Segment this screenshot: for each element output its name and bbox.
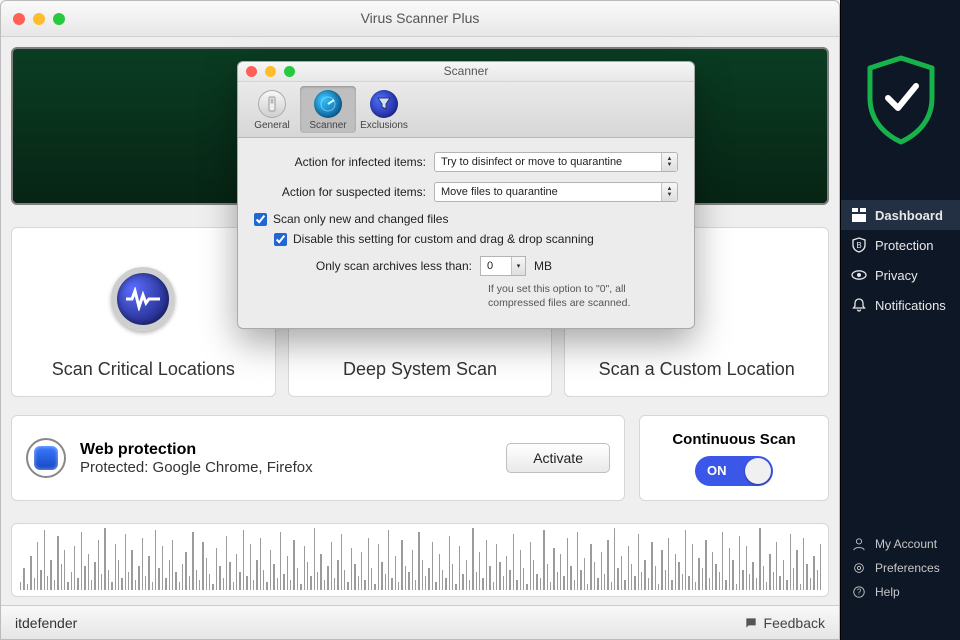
sidebar-nav: Dashboard B Protection Privacy Notificat… — [841, 200, 960, 320]
brand-label: itdefender — [15, 615, 77, 631]
archive-limit-unit: MB — [534, 259, 552, 273]
scan-card-label: Scan Critical Locations — [52, 359, 235, 380]
user-icon — [851, 537, 867, 551]
sidebar-item-label: Privacy — [875, 268, 918, 283]
shield-b-icon: B — [851, 237, 867, 253]
sidebar-item-notifications[interactable]: Notifications — [841, 290, 960, 320]
sidebar-item-preferences[interactable]: Preferences — [841, 556, 960, 580]
help-icon: ? — [851, 585, 867, 599]
scan-card-label: Scan a Custom Location — [599, 359, 795, 380]
gear-icon — [851, 561, 867, 575]
status-shield — [841, 0, 960, 200]
lower-row: Web protection Protected: Google Chrome,… — [11, 415, 829, 501]
select-stepper-icon: ▲▼ — [661, 153, 677, 171]
disable-custom-checkbox[interactable] — [274, 233, 287, 246]
infected-action-label: Action for infected items: — [254, 155, 434, 169]
suspected-action-label: Action for suspected items: — [254, 185, 434, 199]
archive-limit-label: Only scan archives less than: — [254, 259, 480, 273]
main-titlebar: Virus Scanner Plus — [1, 1, 839, 37]
dashboard-icon — [851, 207, 867, 223]
sidebar-item-privacy[interactable]: Privacy — [841, 260, 960, 290]
sidebar-item-help[interactable]: ? Help — [841, 580, 960, 604]
scanner-preferences-modal: Scanner General Scanner Exclusions Actio… — [237, 61, 695, 329]
tab-exclusions[interactable]: Exclusions — [356, 86, 412, 133]
sidebar-item-account[interactable]: My Account — [841, 532, 960, 556]
scan-critical-card[interactable]: Scan Critical Locations — [11, 227, 276, 397]
archive-limit-hint: If you set this option to "0", all compr… — [488, 282, 678, 310]
continuous-scan-card: Continuous Scan ON — [639, 415, 829, 501]
suspected-action-select[interactable]: Move files to quarantine ▲▼ — [434, 182, 678, 202]
switch-icon — [258, 90, 286, 118]
sidebar-bottom-nav: My Account Preferences ? Help — [841, 532, 960, 604]
infected-action-select[interactable]: Try to disinfect or move to quarantine ▲… — [434, 152, 678, 172]
modal-titlebar: Scanner — [238, 62, 694, 82]
scan-card-label: Deep System Scan — [343, 359, 497, 380]
toggle-state-label: ON — [707, 463, 727, 478]
web-protection-icon — [26, 438, 66, 478]
web-protection-title: Web protection — [80, 441, 313, 459]
sidebar-item-protection[interactable]: B Protection — [841, 230, 960, 260]
sidebar-item-dashboard[interactable]: Dashboard — [841, 200, 960, 230]
archive-limit-input[interactable]: 0 ▾ — [480, 256, 526, 276]
modal-title: Scanner — [238, 64, 694, 78]
radar-icon — [314, 90, 342, 118]
shield-check-icon — [862, 54, 940, 146]
footer-bar: itdefender Feedback — [1, 605, 839, 639]
web-protection-card: Web protection Protected: Google Chrome,… — [11, 415, 625, 501]
tab-scanner[interactable]: Scanner — [300, 86, 356, 133]
tab-general[interactable]: General — [244, 86, 300, 133]
sidebar-item-label: Protection — [875, 238, 934, 253]
tab-label: Exclusions — [360, 120, 408, 131]
select-value: Try to disinfect or move to quarantine — [441, 156, 622, 168]
activity-waveform — [11, 523, 829, 597]
scan-new-checkbox[interactable] — [254, 213, 267, 226]
sidebar-item-label: Help — [875, 585, 900, 599]
svg-text:B: B — [856, 241, 861, 250]
modal-toolbar: General Scanner Exclusions — [238, 82, 694, 138]
feedback-label: Feedback — [764, 615, 825, 631]
tab-label: General — [254, 120, 290, 131]
tab-label: Scanner — [309, 120, 346, 131]
sidebar-item-label: My Account — [875, 537, 937, 551]
web-protection-text: Web protection Protected: Google Chrome,… — [80, 441, 313, 476]
app-sidebar: Dashboard B Protection Privacy Notificat… — [840, 0, 960, 640]
activate-button[interactable]: Activate — [506, 443, 610, 473]
funnel-icon — [370, 90, 398, 118]
svg-text:?: ? — [857, 588, 862, 597]
select-value: Move files to quarantine — [441, 186, 558, 198]
select-stepper-icon: ▲▼ — [661, 183, 677, 201]
eye-icon — [851, 267, 867, 283]
sidebar-item-label: Notifications — [875, 298, 946, 313]
feedback-button[interactable]: Feedback — [744, 615, 825, 631]
continuous-scan-toggle[interactable]: ON — [695, 456, 773, 486]
continuous-scan-title: Continuous Scan — [672, 431, 795, 448]
scan-pulse-icon — [111, 267, 175, 331]
speech-bubble-icon — [744, 616, 758, 630]
toggle-knob-icon — [745, 458, 771, 484]
disable-custom-label: Disable this setting for custom and drag… — [293, 232, 594, 246]
sidebar-item-label: Preferences — [875, 561, 940, 575]
main-window-title: Virus Scanner Plus — [1, 10, 839, 26]
scan-new-label: Scan only new and changed files — [273, 212, 448, 226]
sidebar-item-label: Dashboard — [875, 208, 943, 223]
stepper-down-icon[interactable]: ▾ — [511, 257, 525, 275]
web-protection-subtitle: Protected: Google Chrome, Firefox — [80, 459, 313, 476]
bell-icon — [851, 297, 867, 313]
archive-limit-value: 0 — [487, 260, 493, 272]
modal-body: Action for infected items: Try to disinf… — [238, 138, 694, 328]
